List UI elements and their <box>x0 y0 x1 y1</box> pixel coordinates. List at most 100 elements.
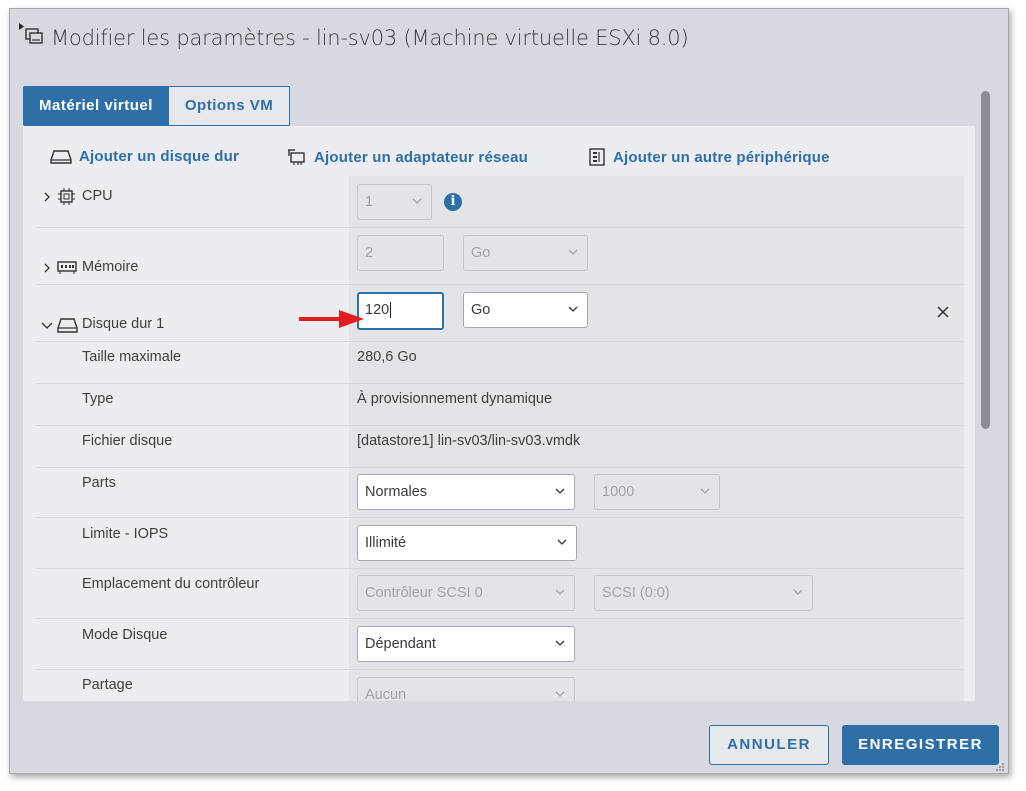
iops-value: Illimité <box>365 535 407 551</box>
controller-row: Emplacement du contrôleur Contrôleur SCS… <box>36 569 964 619</box>
add-hard-disk-button[interactable]: Ajouter un disque dur <box>50 148 239 165</box>
disk-mode-label-cell: Mode Disque <box>36 619 349 669</box>
iops-label-cell: Limite - IOPS <box>36 518 349 568</box>
disk-type-label-cell: Type <box>36 384 349 425</box>
disk-unit-select[interactable]: Go <box>463 292 588 328</box>
memory-label: Mémoire <box>82 259 139 275</box>
shares-value: Normales <box>365 484 428 500</box>
chevron-down-icon <box>555 488 565 494</box>
chevron-down-icon <box>568 249 578 255</box>
disk-size-value: 120 <box>365 302 390 318</box>
tab-vm-options[interactable]: Options VM <box>168 86 291 126</box>
cpu-count-select[interactable]: 1 <box>357 184 432 220</box>
tab-bar: Matériel virtuel Options VM <box>23 86 291 126</box>
controller-value: Contrôleur SCSI 0 <box>365 585 483 601</box>
sharing-label: Partage <box>82 677 133 693</box>
memory-label-cell: Mémoire <box>36 228 349 284</box>
add-other-device-label: Ajouter un autre périphérique <box>613 148 830 166</box>
dialog-header: Modifier les paramètres - lin-sv03 (Mach… <box>10 9 1008 67</box>
shares-label-cell: Parts <box>36 468 349 517</box>
max-size-label-cell: Taille maximale <box>36 342 349 383</box>
hard-disk-icon <box>57 318 78 333</box>
disk-file-value: [datastore1] lin-sv03/lin-sv03.vmdk <box>357 433 581 449</box>
shares-number-input[interactable]: 1000 <box>594 474 720 510</box>
hardware-panel: Ajouter un disque dur Ajouter un adaptat… <box>23 126 975 701</box>
disk-unit-value: Go <box>471 302 491 318</box>
chevron-down-icon <box>555 691 565 697</box>
cpu-row: CPU 1 i <box>36 176 964 228</box>
controller-value-cell: Contrôleur SCSI 0 SCSI (0:0) <box>349 569 964 618</box>
memory-value-cell: 2 Go <box>349 228 964 284</box>
chevron-down-icon <box>793 589 803 595</box>
annotation-arrow-icon <box>299 310 364 328</box>
controller-slot-select[interactable]: SCSI (0:0) <box>594 575 813 611</box>
disk-mode-value-cell: Dépendant <box>349 619 964 669</box>
disk-file-label-cell: Fichier disque <box>36 426 349 467</box>
disk-type-label: Type <box>82 391 114 407</box>
chevron-down-icon[interactable] <box>41 320 53 330</box>
memory-row: Mémoire 2 Go <box>36 228 964 285</box>
memory-icon <box>57 261 77 274</box>
sharing-select[interactable]: Aucun <box>357 677 575 701</box>
memory-unit-select[interactable]: Go <box>463 235 588 271</box>
add-hard-disk-label: Ajouter un disque dur <box>79 148 240 165</box>
disk-mode-value: Dépendant <box>365 636 436 652</box>
sharing-row: Partage Aucun <box>36 670 964 701</box>
add-network-adapter-button[interactable]: Ajouter un adaptateur réseau <box>287 148 528 166</box>
tab-virtual-hardware[interactable]: Matériel virtuel <box>23 86 169 126</box>
dialog-title: Modifier les paramètres - lin-sv03 (Mach… <box>51 26 689 50</box>
chevron-down-icon <box>555 589 565 595</box>
disk-file-row: Fichier disque [datastore1] lin-sv03/lin… <box>36 426 964 468</box>
iops-select[interactable]: Illimité <box>357 525 577 561</box>
controller-select[interactable]: Contrôleur SCSI 0 <box>357 575 575 611</box>
device-icon <box>589 148 605 166</box>
edit-settings-dialog: Modifier les paramètres - lin-sv03 (Mach… <box>9 8 1009 774</box>
cpu-label: CPU <box>82 188 113 204</box>
disk-type-row: Type À provisionnement dynamique <box>36 384 964 426</box>
cpu-label-cell: CPU <box>36 176 349 227</box>
hard-disk-label: Disque dur 1 <box>82 316 165 332</box>
memory-size-input[interactable]: 2 <box>357 235 444 271</box>
controller-slot-value: SCSI (0:0) <box>602 585 670 601</box>
controller-label-cell: Emplacement du contrôleur <box>36 569 349 618</box>
disk-type-value: À provisionnement dynamique <box>357 391 553 407</box>
chevron-right-icon[interactable] <box>42 263 52 273</box>
iops-label: Limite - IOPS <box>82 526 169 542</box>
disk-size-input[interactable]: 120 <box>357 292 444 330</box>
resize-grip-icon[interactable] <box>995 762 1005 772</box>
network-adapter-icon <box>288 149 305 165</box>
add-other-device-button[interactable]: Ajouter un autre périphérique <box>588 148 830 166</box>
max-size-row: Taille maximale 280,6 Go <box>36 342 964 384</box>
info-icon[interactable]: i <box>444 193 462 211</box>
memory-unit-value: Go <box>471 245 491 261</box>
hard-disk-row: Disque dur 1 120 Go <box>36 285 964 342</box>
cancel-button[interactable]: ANNULER <box>709 725 829 765</box>
sharing-value: Aucun <box>365 687 407 701</box>
cpu-count-value: 1 <box>365 194 374 210</box>
chevron-down-icon <box>412 198 422 204</box>
max-size-value-cell: 280,6 Go <box>349 342 964 383</box>
shares-select[interactable]: Normales <box>357 474 575 510</box>
shares-row: Parts Normales 1000 <box>36 468 964 518</box>
hard-disk-value-cell: 120 Go <box>349 285 964 341</box>
chevron-down-icon <box>700 488 710 494</box>
shares-value-cell: Normales 1000 <box>349 468 964 517</box>
iops-row: Limite - IOPS Illimité <box>36 518 964 569</box>
sharing-label-cell: Partage <box>36 670 349 701</box>
disk-type-value-cell: À provisionnement dynamique <box>349 384 964 425</box>
sharing-value-cell: Aucun <box>349 670 964 701</box>
max-size-value: 280,6 Go <box>357 349 417 365</box>
chevron-down-icon <box>555 640 565 646</box>
save-button[interactable]: ENREGISTRER <box>842 725 999 765</box>
iops-value-cell: Illimité <box>349 518 964 568</box>
close-icon[interactable] <box>936 305 950 319</box>
cpu-value-cell: 1 i <box>349 176 964 227</box>
disk-mode-select[interactable]: Dépendant <box>357 626 575 662</box>
add-network-adapter-label: Ajouter un adaptateur réseau <box>314 148 528 166</box>
disk-file-value-cell: [datastore1] lin-sv03/lin-sv03.vmdk <box>349 426 964 467</box>
chevron-right-icon[interactable] <box>42 192 52 202</box>
chevron-down-icon <box>557 539 567 545</box>
scrollbar-thumb[interactable] <box>981 91 990 429</box>
shares-label: Parts <box>82 475 116 491</box>
controller-label: Emplacement du contrôleur <box>82 576 260 592</box>
